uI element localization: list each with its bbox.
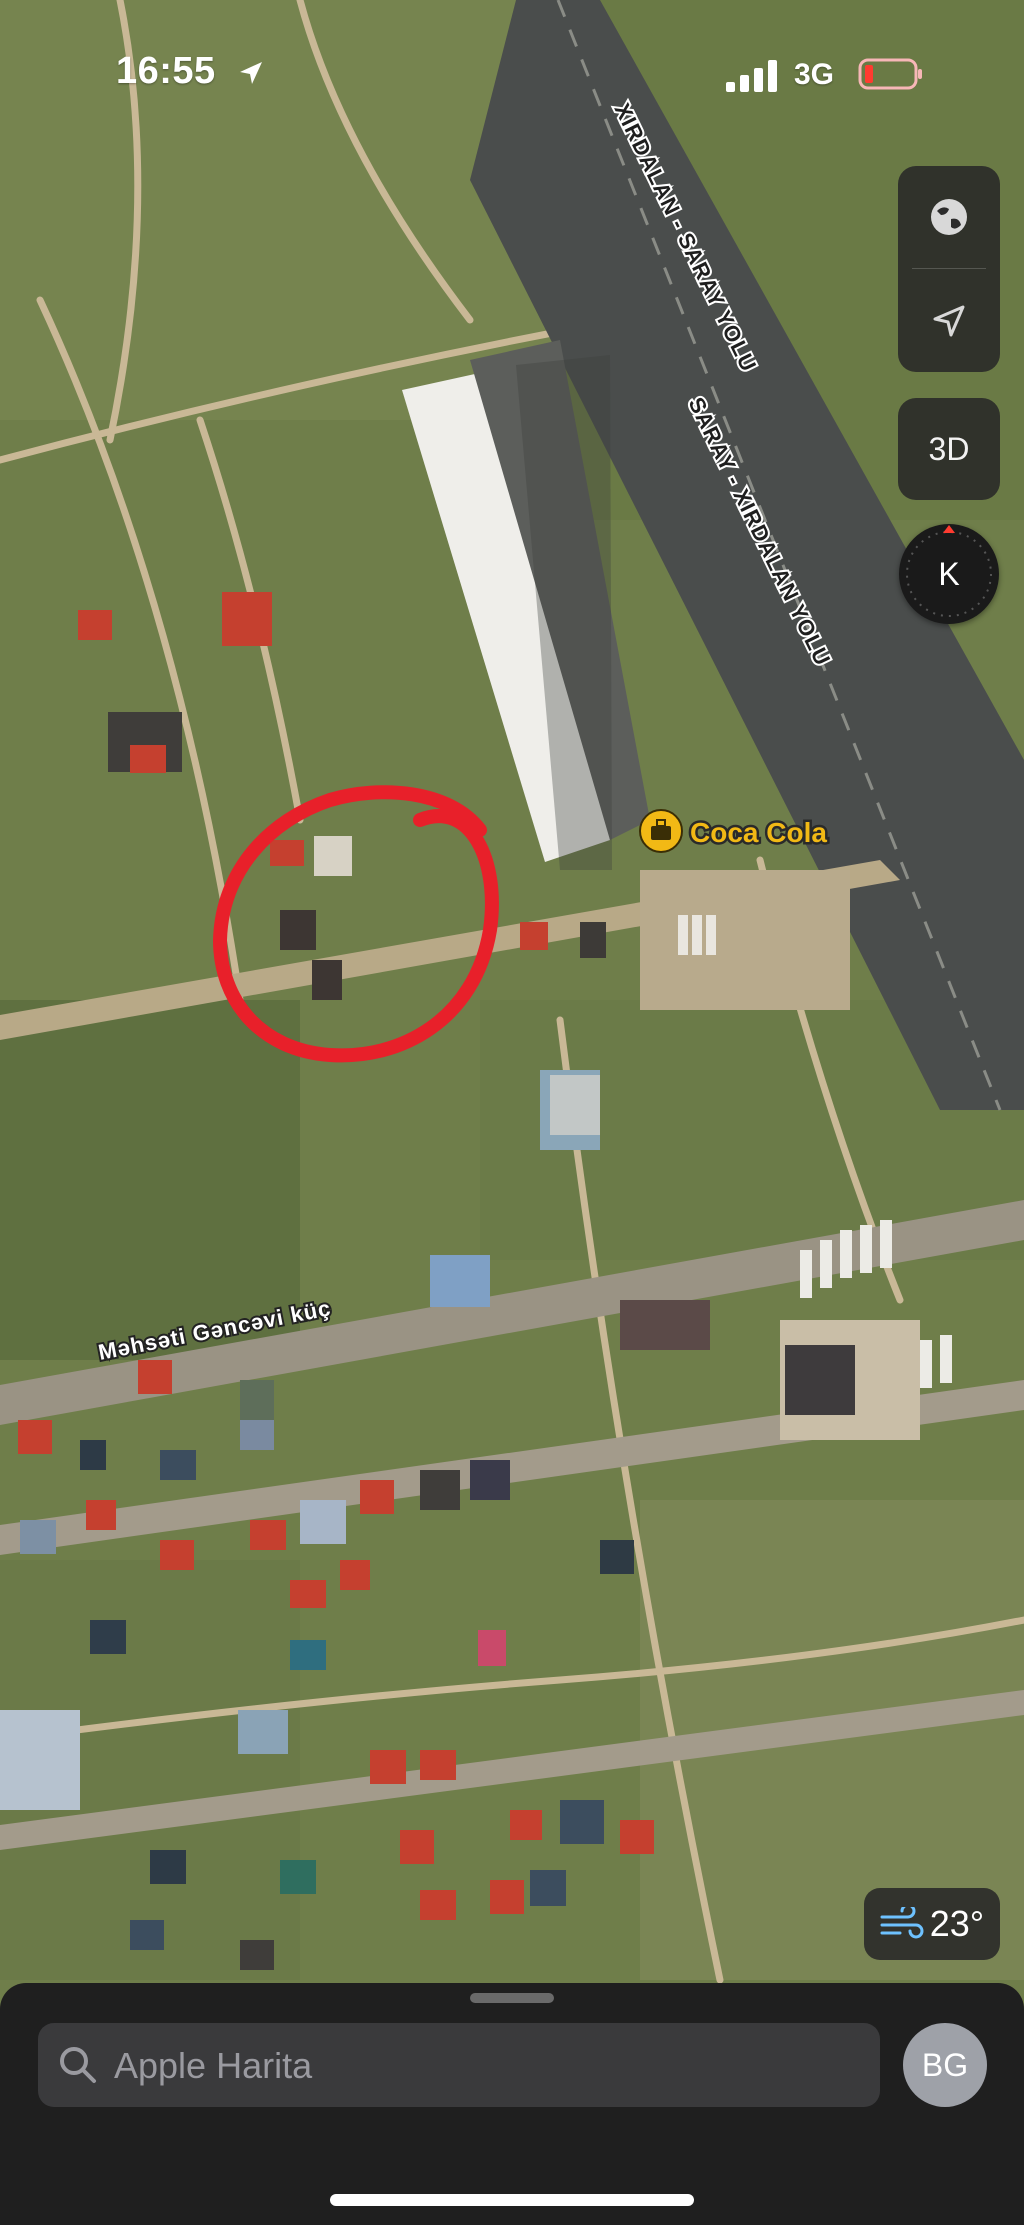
- battery-icon: [858, 58, 922, 90]
- search-sheet: BG: [0, 1983, 1024, 2225]
- weather-widget[interactable]: 23°: [864, 1888, 1000, 1960]
- temperature-label: 23°: [929, 1903, 985, 1944]
- poi-label: Coca Cola: [690, 817, 827, 848]
- search-input[interactable]: [112, 2023, 856, 2109]
- sheet-grabber[interactable]: [470, 1993, 554, 2003]
- status-bar: 16:55 3G: [0, 0, 1024, 150]
- globe-icon: [931, 199, 967, 235]
- wind-icon: [880, 1907, 924, 1939]
- location-arrow-icon: [933, 305, 965, 337]
- map-mode-button[interactable]: [898, 166, 1000, 268]
- avatar[interactable]: BG: [903, 2023, 987, 2107]
- compass-letter: K: [938, 555, 960, 592]
- network-type: 3G: [794, 58, 835, 91]
- controls-divider: [912, 268, 986, 269]
- compass-button[interactable]: K: [899, 524, 999, 624]
- cellular-signal-icon: [726, 60, 777, 92]
- search-icon: [60, 2047, 96, 2083]
- map-controls: [898, 166, 1000, 372]
- status-time: 16:55: [116, 50, 216, 92]
- search-bar[interactable]: [38, 2023, 880, 2109]
- home-indicator: [330, 2194, 694, 2206]
- view-3d-button[interactable]: 3D: [898, 398, 1000, 500]
- location-services-icon: [240, 62, 262, 84]
- poi-coca-cola[interactable]: Coca Cola: [639, 809, 830, 853]
- current-location-button[interactable]: [898, 270, 1000, 372]
